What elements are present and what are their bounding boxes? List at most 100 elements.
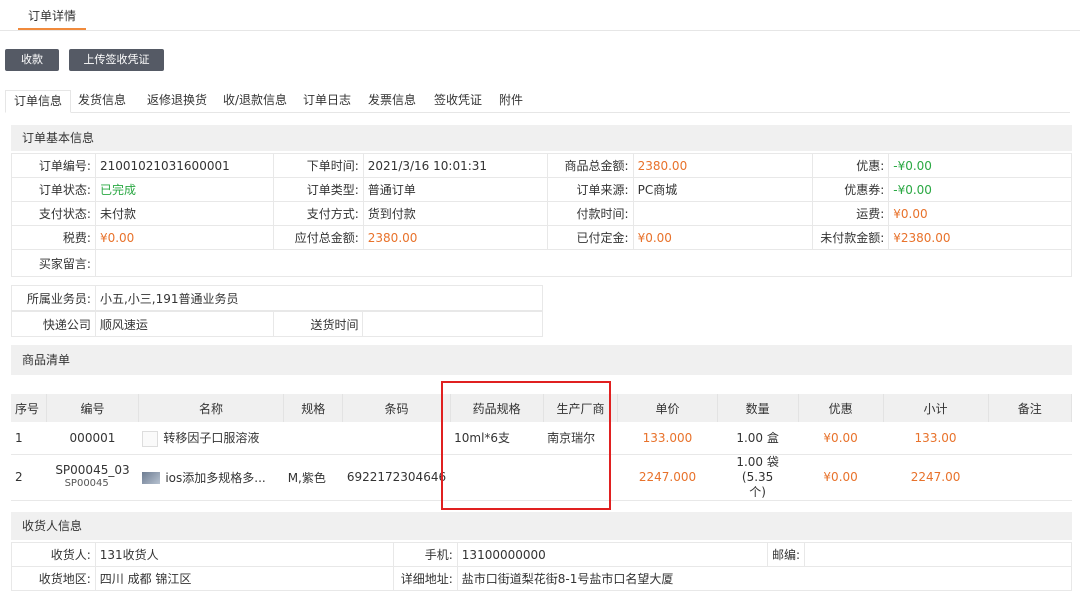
row-spec xyxy=(283,422,343,455)
receiver-name-value: 131收货人 xyxy=(94,542,394,567)
tab-sign-voucher[interactable]: 签收凭证 xyxy=(429,90,487,112)
order-type-label: 订单类型: xyxy=(272,177,364,202)
col-quantity: 数量 xyxy=(717,394,799,422)
pay-method-value: 货到付款 xyxy=(362,201,548,226)
sales-table: 所属业务员: 小五,小三,191普通业务员 xyxy=(11,285,544,311)
deposit-value: ¥0.00 xyxy=(632,225,814,250)
basic-info-header: 订单基本信息 xyxy=(11,125,1072,151)
tab-attachments[interactable]: 附件 xyxy=(495,90,527,112)
buyer-message-label: 买家留言: xyxy=(11,249,96,277)
row-note xyxy=(988,422,1072,455)
coupon-label: 优惠券: xyxy=(812,177,890,202)
receiver-zip-label: 邮编: xyxy=(767,542,806,567)
col-subtotal: 小计 xyxy=(883,394,989,422)
row-barcode: 6922172304646 xyxy=(342,454,451,501)
delivery-time-label: 送货时间 xyxy=(272,311,364,337)
collect-payment-button[interactable]: 收款 xyxy=(5,49,59,71)
row-quantity-cell: 1.00 袋(5.35 个) xyxy=(717,454,799,501)
tax-label: 税费: xyxy=(11,225,96,250)
pay-method-label: 支付方式: xyxy=(272,201,364,226)
order-source-value: PC商城 xyxy=(632,177,814,202)
order-source-label: 订单来源: xyxy=(546,177,634,202)
freight-label: 运费: xyxy=(812,201,890,226)
row-discount: ¥0.00 xyxy=(798,454,884,501)
express-value: 顺风速运 xyxy=(94,311,274,337)
row-quantity: 1.00 袋(5.35 xyxy=(736,454,779,484)
tab-refund-info[interactable]: 收/退款信息 xyxy=(219,90,291,112)
tab-invoice[interactable]: 发票信息 xyxy=(363,90,421,112)
row-unit-price: 2247.000 xyxy=(617,454,718,501)
row-code: 000001 xyxy=(46,422,139,455)
goods-list-header: 商品清单 xyxy=(11,345,1072,375)
row-unit-price: 133.000 xyxy=(617,422,718,455)
receiver-phone-value: 13100000000 xyxy=(456,542,769,567)
coupon-value: -¥0.00 xyxy=(888,177,1072,202)
pay-status-label: 支付状态: xyxy=(11,201,96,226)
row-name[interactable]: ios添加多规格多... xyxy=(165,471,265,485)
express-label: 快递公司 xyxy=(11,311,96,337)
basic-info-table: 订单编号: 21001021031600001 下单时间: 2021/3/16 … xyxy=(11,153,1073,277)
receiver-table: 收货人: 131收货人 手机: 13100000000 邮编: 收货地区: 四川… xyxy=(11,542,1073,591)
product-thumbnail xyxy=(142,430,159,447)
payable-value: 2380.00 xyxy=(362,225,548,250)
tab-order-info[interactable]: 订单信息 xyxy=(5,90,71,113)
receiver-name-label: 收货人: xyxy=(11,542,96,567)
express-table: 快递公司 顺风速运 送货时间 xyxy=(11,311,543,337)
col-unit-price: 单价 xyxy=(617,394,718,422)
row-code-cell: SP00045_03 SP00045 xyxy=(46,454,139,501)
row-quantity-unit: 个) xyxy=(749,484,766,499)
tab-order-log[interactable]: 订单日志 xyxy=(299,90,355,112)
payable-label: 应付总金额: xyxy=(272,225,364,250)
delivery-time-value xyxy=(362,311,543,337)
product-thumbnail xyxy=(142,472,161,484)
deposit-label: 已付定金: xyxy=(546,225,634,250)
row-code: SP00045_03 xyxy=(55,463,130,477)
row-name-cell: 转移因子口服溶液 xyxy=(138,422,284,455)
freight-value: ¥0.00 xyxy=(888,201,1072,226)
receiver-info-header: 收货人信息 xyxy=(11,512,1072,540)
top-tab-bar: 订单详情 xyxy=(0,0,1080,31)
pay-status-value: 未付款 xyxy=(94,201,274,226)
col-note: 备注 xyxy=(988,394,1072,422)
col-spec: 规格 xyxy=(283,394,344,422)
order-type-value: 普通订单 xyxy=(362,177,548,202)
receiver-phone-label: 手机: xyxy=(392,542,458,567)
row-index: 1 xyxy=(11,422,47,455)
unpaid-label: 未付款金额: xyxy=(812,225,890,250)
receiver-zip-value xyxy=(804,542,1072,567)
upload-receipt-button[interactable]: 上传签收凭证 xyxy=(69,49,164,71)
row-note xyxy=(988,454,1072,501)
tab-returns[interactable]: 返修退换货 xyxy=(139,90,215,112)
pay-time-value xyxy=(632,201,814,226)
tax-value: ¥0.00 xyxy=(94,225,274,250)
goods-total-label: 商品总金额: xyxy=(546,153,634,178)
row-discount: ¥0.00 xyxy=(798,422,884,455)
row-name[interactable]: 转移因子口服溶液 xyxy=(163,431,259,445)
order-status-value: 已完成 xyxy=(94,177,274,202)
order-no-value: 21001021031600001 xyxy=(94,153,274,178)
row-quantity: 1.00 盒 xyxy=(717,422,799,455)
col-index: 序号 xyxy=(11,394,48,422)
salesman-value: 小五,小三,191普通业务员 xyxy=(94,285,544,311)
row-spec: M,紫色 xyxy=(283,454,343,501)
row-subtotal: 133.00 xyxy=(883,422,988,455)
col-code: 编号 xyxy=(46,394,139,422)
row-barcode xyxy=(342,422,451,455)
col-barcode: 条码 xyxy=(342,394,451,422)
order-no-label: 订单编号: xyxy=(11,153,96,178)
col-discount: 优惠 xyxy=(798,394,884,422)
order-status-label: 订单状态: xyxy=(11,177,96,202)
order-sub-tabs: 订单信息 发货信息 返修退换货 收/退款信息 订单日志 发票信息 签收凭证 附件 xyxy=(5,90,1070,113)
tab-order-detail[interactable]: 订单详情 xyxy=(18,0,86,30)
row-code-parent: SP00045 xyxy=(64,478,109,489)
pay-time-label: 付款时间: xyxy=(546,201,634,226)
row-name-cell: ios添加多规格多... xyxy=(138,454,284,501)
col-name: 名称 xyxy=(138,394,285,422)
tab-shipping-info[interactable]: 发货信息 xyxy=(72,90,132,112)
unpaid-value: ¥2380.00 xyxy=(888,225,1072,250)
highlight-box xyxy=(441,381,611,510)
salesman-label: 所属业务员: xyxy=(11,285,96,311)
buyer-message-value xyxy=(94,249,1073,277)
discount-value: -¥0.00 xyxy=(888,153,1072,178)
row-index: 2 xyxy=(11,454,47,501)
